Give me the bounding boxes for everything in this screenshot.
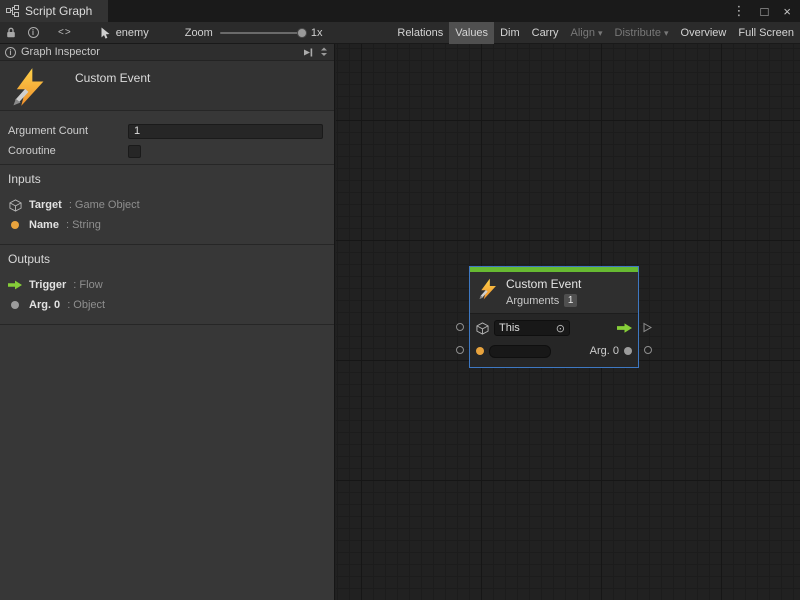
port-row-arg0: Arg. 0 : Object (8, 295, 326, 315)
scroll-stepper-icon[interactable] (319, 46, 329, 58)
menu-icon[interactable]: ⋮ (733, 3, 746, 19)
script-graph-window: Script Graph ⋮ □ × i <> enemy Zoom (0, 0, 800, 600)
tab-title: Script Graph (25, 4, 92, 18)
port-type: : Flow (73, 279, 102, 291)
script-graph-icon (6, 5, 19, 17)
inspector-header: i Graph Inspector (0, 44, 334, 61)
flow-arrow-icon (8, 280, 22, 290)
node-row-name: Arg. 0 (476, 342, 632, 360)
unit-title: Custom Event (75, 71, 150, 85)
port-name: Arg. 0 (29, 299, 60, 311)
node-body: This ⊙ Arg. 0 (470, 313, 638, 367)
port-type: : Game Object (69, 199, 140, 211)
outputs-section: Outputs Trigger : Flow Arg. 0 : Object (0, 245, 334, 324)
toolbar-buttons: Relations Values Dim Carry Align▾ Distri… (391, 22, 800, 43)
window-controls: ⋮ □ × (733, 3, 800, 19)
node-row-target: This ⊙ (476, 319, 632, 337)
object-port-icon (624, 347, 632, 355)
dim-button[interactable]: Dim (494, 22, 526, 44)
custom-event-icon (9, 67, 49, 107)
trigger-output-port[interactable] (643, 322, 652, 333)
cube-icon (476, 322, 489, 335)
port-type: : String (66, 219, 101, 231)
distribute-label: Distribute (615, 27, 661, 39)
close-icon[interactable]: × (783, 4, 791, 19)
dock-panel-icon[interactable] (302, 47, 313, 58)
event-name-input[interactable] (489, 345, 551, 358)
zoom-control: Zoom 1x (185, 27, 323, 39)
arg0-label: Arg. 0 (590, 345, 619, 357)
target-dropdown[interactable]: This ⊙ (494, 320, 570, 336)
port-type: : Object (67, 299, 105, 311)
align-label: Align (571, 27, 595, 39)
name-input-port[interactable] (456, 346, 464, 354)
graph-toolbar: i <> enemy Zoom 1x Relations Values Dim … (0, 22, 800, 44)
flow-arrow-icon (617, 323, 632, 333)
object-picker-icon[interactable]: ⊙ (556, 322, 565, 335)
unit-fields: Argument Count Coroutine (0, 111, 334, 164)
inputs-title: Inputs (8, 172, 326, 186)
chevron-down-icon: ▾ (598, 28, 603, 38)
inspector-title: Graph Inspector (21, 46, 100, 58)
port-row-name: Name : String (8, 215, 326, 235)
custom-event-node[interactable]: Custom Event Arguments 1 This ⊙ (470, 267, 638, 367)
coroutine-label: Coroutine (8, 145, 128, 157)
target-input-port[interactable] (456, 323, 464, 331)
zoom-label: Zoom (185, 27, 213, 39)
port-name: Target (29, 199, 62, 211)
port-name: Name (29, 219, 59, 231)
port-row-target: Target : Game Object (8, 195, 326, 215)
zoom-slider[interactable] (220, 32, 304, 34)
string-port-icon (11, 221, 19, 229)
arg0-output-port[interactable] (644, 346, 652, 354)
graph-breadcrumb[interactable]: enemy (100, 27, 149, 39)
info-icon: i (5, 47, 16, 58)
separator (0, 324, 334, 325)
coroutine-checkbox[interactable] (128, 145, 141, 158)
zoom-value: 1x (311, 27, 323, 39)
port-row-trigger: Trigger : Flow (8, 275, 326, 295)
string-port-icon (476, 347, 484, 355)
unit-header: Custom Event (0, 61, 334, 111)
port-name: Trigger (29, 279, 66, 291)
distribute-button[interactable]: Distribute▾ (609, 22, 675, 44)
values-button[interactable]: Values (449, 22, 494, 44)
target-value: This (499, 322, 520, 334)
custom-event-icon (477, 277, 499, 301)
full-screen-button[interactable]: Full Screen (732, 22, 800, 44)
info-icon: i (28, 27, 39, 38)
relations-button[interactable]: Relations (391, 22, 449, 44)
cube-icon (9, 199, 22, 212)
argument-count-label: Argument Count (8, 125, 128, 137)
graph-pointer-icon (100, 27, 111, 39)
overview-button[interactable]: Overview (675, 22, 733, 44)
arguments-count-field[interactable]: 1 (564, 294, 577, 307)
outputs-title: Outputs (8, 252, 326, 266)
arguments-label: Arguments (506, 295, 559, 307)
node-title: Custom Event (506, 277, 581, 291)
node-header[interactable]: Custom Event Arguments 1 (470, 272, 638, 313)
inspector-toggle-button[interactable]: i (22, 27, 44, 38)
align-button[interactable]: Align▾ (565, 22, 609, 44)
titlebar: Script Graph ⋮ □ × (0, 0, 800, 22)
graph-canvas[interactable]: Custom Event Arguments 1 This ⊙ (336, 44, 800, 600)
graph-inspector-panel: i Graph Inspector (0, 44, 335, 600)
carry-button[interactable]: Carry (526, 22, 565, 44)
chevron-down-icon: ▾ (664, 28, 669, 38)
object-port-icon (11, 301, 19, 309)
graph-name: enemy (116, 27, 149, 39)
maximize-icon[interactable]: □ (761, 4, 769, 19)
lock-icon (6, 27, 16, 38)
zoom-slider-knob[interactable] (297, 28, 307, 38)
tab-script-graph[interactable]: Script Graph (0, 0, 108, 22)
lock-button[interactable] (0, 27, 22, 38)
inputs-section: Inputs Target : Game Object Name : Strin… (0, 165, 334, 244)
argument-count-input[interactable] (128, 124, 323, 139)
code-view-button[interactable]: <> (58, 27, 72, 38)
